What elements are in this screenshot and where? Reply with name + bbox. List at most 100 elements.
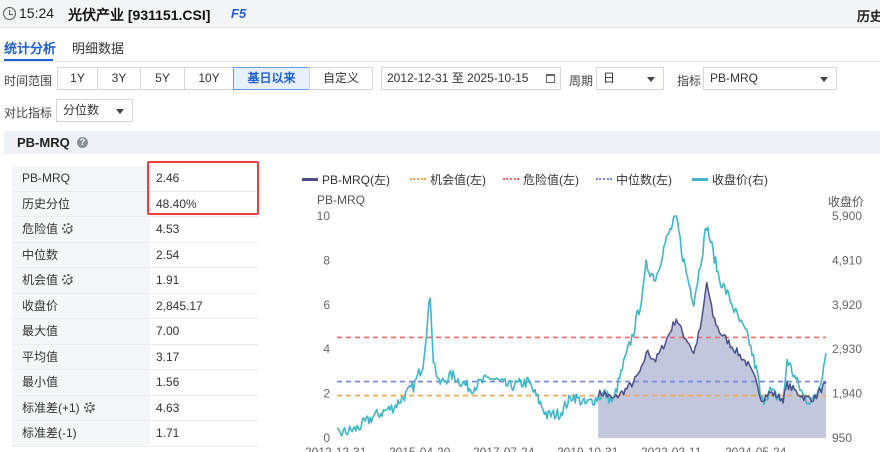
x-tick-label: 2017-07-24 (473, 445, 535, 452)
compare-value: 分位数 (63, 103, 100, 117)
stat-value: 4.53 (156, 222, 180, 236)
range-since-base-button[interactable]: 基日以来 (233, 67, 310, 90)
indicator-select[interactable]: PB-MRQ (703, 67, 837, 90)
range-3y-button[interactable]: 3Y (97, 67, 141, 90)
stat-row-opportunity: 机会值 1.91 (12, 268, 258, 294)
chevron-down-icon (647, 77, 655, 82)
section-title: PB-MRQ (17, 135, 70, 150)
stat-value: 2.54 (156, 247, 180, 262)
stat-label: 中位数 (12, 242, 150, 267)
compare-select[interactable]: 分位数 (56, 99, 133, 122)
right-tick-label: 2,930 (832, 342, 862, 356)
legend-label: 中位数(左) (616, 173, 672, 187)
calendar-icon (546, 74, 555, 83)
pb-area (598, 282, 826, 438)
filter-row: 时间范围 1Y 3Y 5Y 10Y 基日以来 自定义 2012-12-31 至 … (0, 66, 880, 92)
stat-label: 最小值 (12, 370, 150, 395)
clock-icon (3, 7, 16, 20)
stat-label: 历史分位 (12, 191, 150, 216)
active-tab-indicator (4, 59, 53, 61)
left-axis-title: PB-MRQ (317, 193, 365, 207)
highlight-box (147, 161, 259, 215)
help-icon[interactable]: ? (77, 137, 88, 148)
gear-icon[interactable] (62, 223, 74, 234)
date-range-text: 2012-12-31 至 2025-10-15 (387, 71, 529, 85)
date-range-picker[interactable]: 2012-12-31 至 2025-10-15 (381, 67, 561, 90)
range-1y-button[interactable]: 1Y (57, 67, 98, 90)
right-tick-label: 4,910 (832, 253, 862, 267)
stat-value: 7.00 (156, 324, 180, 338)
range-5y-button[interactable]: 5Y (140, 67, 185, 90)
period-select[interactable]: 日 (596, 67, 664, 90)
history-button[interactable]: 历史 (857, 6, 880, 25)
stat-row-std-minus: 标准差(-1) 1.71 (12, 421, 258, 447)
right-tick-label: 5,900 (832, 209, 862, 223)
current-time: 15:24 (19, 5, 55, 21)
x-tick-label: 2015-04-20 (389, 445, 451, 452)
range-custom-button[interactable]: 自定义 (309, 67, 373, 90)
index-title: 光伏产业 [931151.CSI] (68, 7, 211, 23)
compare-row: 对比指标 分位数 (0, 98, 880, 124)
indicator-label: 指标 (677, 74, 702, 88)
tab-bar: 统计分析 明细数据 (0, 28, 880, 62)
stat-row-std-plus: 标准差(+1) 4.63 (12, 395, 258, 421)
left-tick-label: 8 (323, 253, 330, 267)
left-tick-label: 6 (323, 298, 330, 312)
section-header: PB-MRQ ? (4, 131, 880, 154)
chevron-down-icon (116, 109, 124, 114)
stat-row-danger: 危险值 4.53 (12, 217, 258, 243)
period-value: 日 (603, 71, 616, 85)
stat-value: 3.17 (156, 349, 180, 364)
close-price-line (336, 215, 827, 437)
stat-value: 1.91 (156, 273, 180, 287)
left-tick-label: 10 (317, 209, 331, 223)
stat-label: 标准差(+1) (22, 400, 80, 415)
right-tick-label: 1,940 (832, 387, 862, 401)
left-tick-label: 2 (323, 387, 330, 401)
right-tick-label: 950 (832, 431, 852, 445)
range-10y-button[interactable]: 10Y (184, 67, 234, 90)
legend-label: 危险值(左) (523, 173, 579, 187)
left-tick-label: 4 (323, 342, 330, 356)
stat-label: 收盘价 (12, 293, 150, 318)
legend-swatch (503, 178, 519, 180)
stat-label: 机会值 (22, 273, 59, 287)
period-label: 周期 (569, 74, 594, 88)
stat-label-cell: 危险值 (12, 217, 150, 242)
stat-label: 危险值 (22, 222, 59, 236)
compare-label: 对比指标 (4, 106, 53, 120)
gear-icon[interactable] (62, 274, 74, 285)
stat-value: 4.63 (156, 400, 180, 415)
chevron-down-icon (820, 77, 828, 82)
chart-legend: PB-MRQ(左) 机会值(左) 危险值(左) 中位数(左) 收盘价(右) (302, 171, 772, 187)
stat-label: 标准差(-1) (12, 421, 150, 446)
stat-label: PB-MRQ (12, 166, 150, 191)
stat-value: 1.56 (156, 375, 180, 389)
legend-label: 收盘价(右) (712, 173, 768, 187)
title-bar: 15:24 光伏产业 [931151.CSI] F5 历史 (0, 0, 880, 28)
right-tick-label: 3,920 (832, 298, 862, 312)
x-tick-label: 2012-12-31 (305, 445, 367, 452)
stat-label: 平均值 (12, 344, 150, 369)
x-tick-label: 2022-02-11 (641, 445, 702, 452)
legend-label: 机会值(左) (430, 173, 486, 187)
stat-value: 2,845.17 (156, 298, 203, 313)
legend-swatch (692, 178, 708, 181)
shortcut-key: F5 (231, 6, 247, 21)
right-axis-title: 收盘价 (828, 195, 865, 209)
time-range-label: 时间范围 (4, 74, 53, 88)
pb-mrq-line (597, 281, 827, 404)
stat-row-median: 中位数 2.54 (12, 242, 258, 268)
tab-details[interactable]: 明细数据 (72, 38, 124, 57)
tab-statistics[interactable]: 统计分析 (4, 38, 56, 57)
indicator-value: PB-MRQ (710, 71, 758, 85)
legend-swatch (302, 178, 318, 181)
gear-icon[interactable] (83, 401, 95, 413)
stat-row-min: 最小值 1.56 (12, 370, 258, 396)
stat-row-close: 收盘价 2,845.17 (12, 293, 258, 319)
stat-label-cell: 机会值 (12, 268, 150, 293)
x-tick-label: 2024-05-24 (725, 445, 787, 452)
legend-label: PB-MRQ(左) (322, 173, 390, 187)
legend-swatch (410, 178, 426, 180)
stat-label-cell: 标准差(+1) (12, 395, 150, 420)
